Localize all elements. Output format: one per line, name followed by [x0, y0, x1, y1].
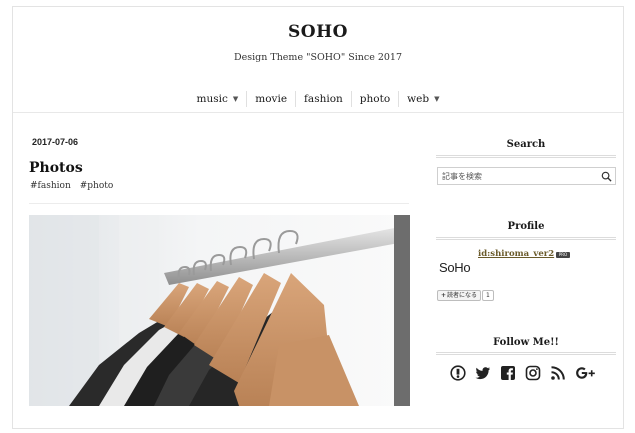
nav-item-label: photo [359, 93, 391, 105]
google-plus-icon[interactable] [575, 365, 597, 381]
nav-item-label: fashion [304, 93, 343, 105]
subscribe-label: 読者になる [447, 292, 478, 299]
site-description: Design Theme "SOHO" Since 2017 [233, 52, 403, 63]
divider [29, 203, 409, 204]
site-title[interactable]: SOHO [13, 22, 623, 42]
divider [436, 352, 616, 355]
profile-logo[interactable]: SoHo [439, 260, 471, 275]
post-tags: #fashion #photo [30, 181, 113, 191]
clothes-rack-photo [29, 215, 410, 406]
nav-item-label: web [407, 93, 430, 105]
plus-icon: + [441, 292, 447, 299]
social-links [450, 365, 597, 381]
subscriber-count: 1 [482, 290, 494, 301]
instagram-icon[interactable] [525, 365, 541, 381]
post-date: 2017-07-06 [32, 137, 79, 147]
nav-item-web[interactable]: web ▼ [399, 91, 447, 107]
photo-illustration [29, 215, 410, 406]
global-nav: music ▼ movie fashion photo web ▼ [13, 91, 623, 107]
caret-down-icon: ▼ [232, 95, 239, 103]
profile-user-id[interactable]: id:shiroma_ver2 [478, 249, 554, 259]
page-frame: SOHO Design Theme "SOHO" Since 2017 musi… [12, 6, 624, 429]
tag-photo[interactable]: #photo [80, 181, 114, 191]
nav-item-movie[interactable]: movie [247, 91, 297, 107]
nav-item-label: movie [255, 93, 288, 105]
tag-fashion[interactable]: #fashion [30, 181, 71, 191]
twitter-icon[interactable] [475, 365, 491, 381]
search-box [437, 167, 616, 185]
search-icon[interactable] [601, 171, 612, 182]
facebook-icon[interactable] [500, 365, 516, 381]
subscribe-button[interactable]: + 読者になる [437, 290, 482, 301]
rss-icon[interactable] [550, 365, 566, 381]
nav-item-photo[interactable]: photo [352, 91, 400, 107]
nav-item-fashion[interactable]: fashion [296, 91, 352, 107]
pro-badge: PRO [556, 252, 570, 258]
divider [436, 237, 616, 240]
site-header: SOHO Design Theme "SOHO" Since 2017 musi… [13, 7, 623, 113]
search-widget-title: Search [506, 139, 546, 150]
follow-widget-title: Follow Me!! [493, 337, 559, 348]
caret-down-icon: ▼ [434, 95, 440, 103]
profile-widget-title: Profile [507, 221, 545, 232]
nav-item-music[interactable]: music ▼ [189, 91, 248, 107]
search-input[interactable] [438, 168, 598, 184]
hatena-icon[interactable] [450, 365, 466, 381]
nav-item-label: music [196, 93, 228, 105]
divider [436, 155, 616, 158]
post-title[interactable]: Photos [29, 160, 83, 176]
